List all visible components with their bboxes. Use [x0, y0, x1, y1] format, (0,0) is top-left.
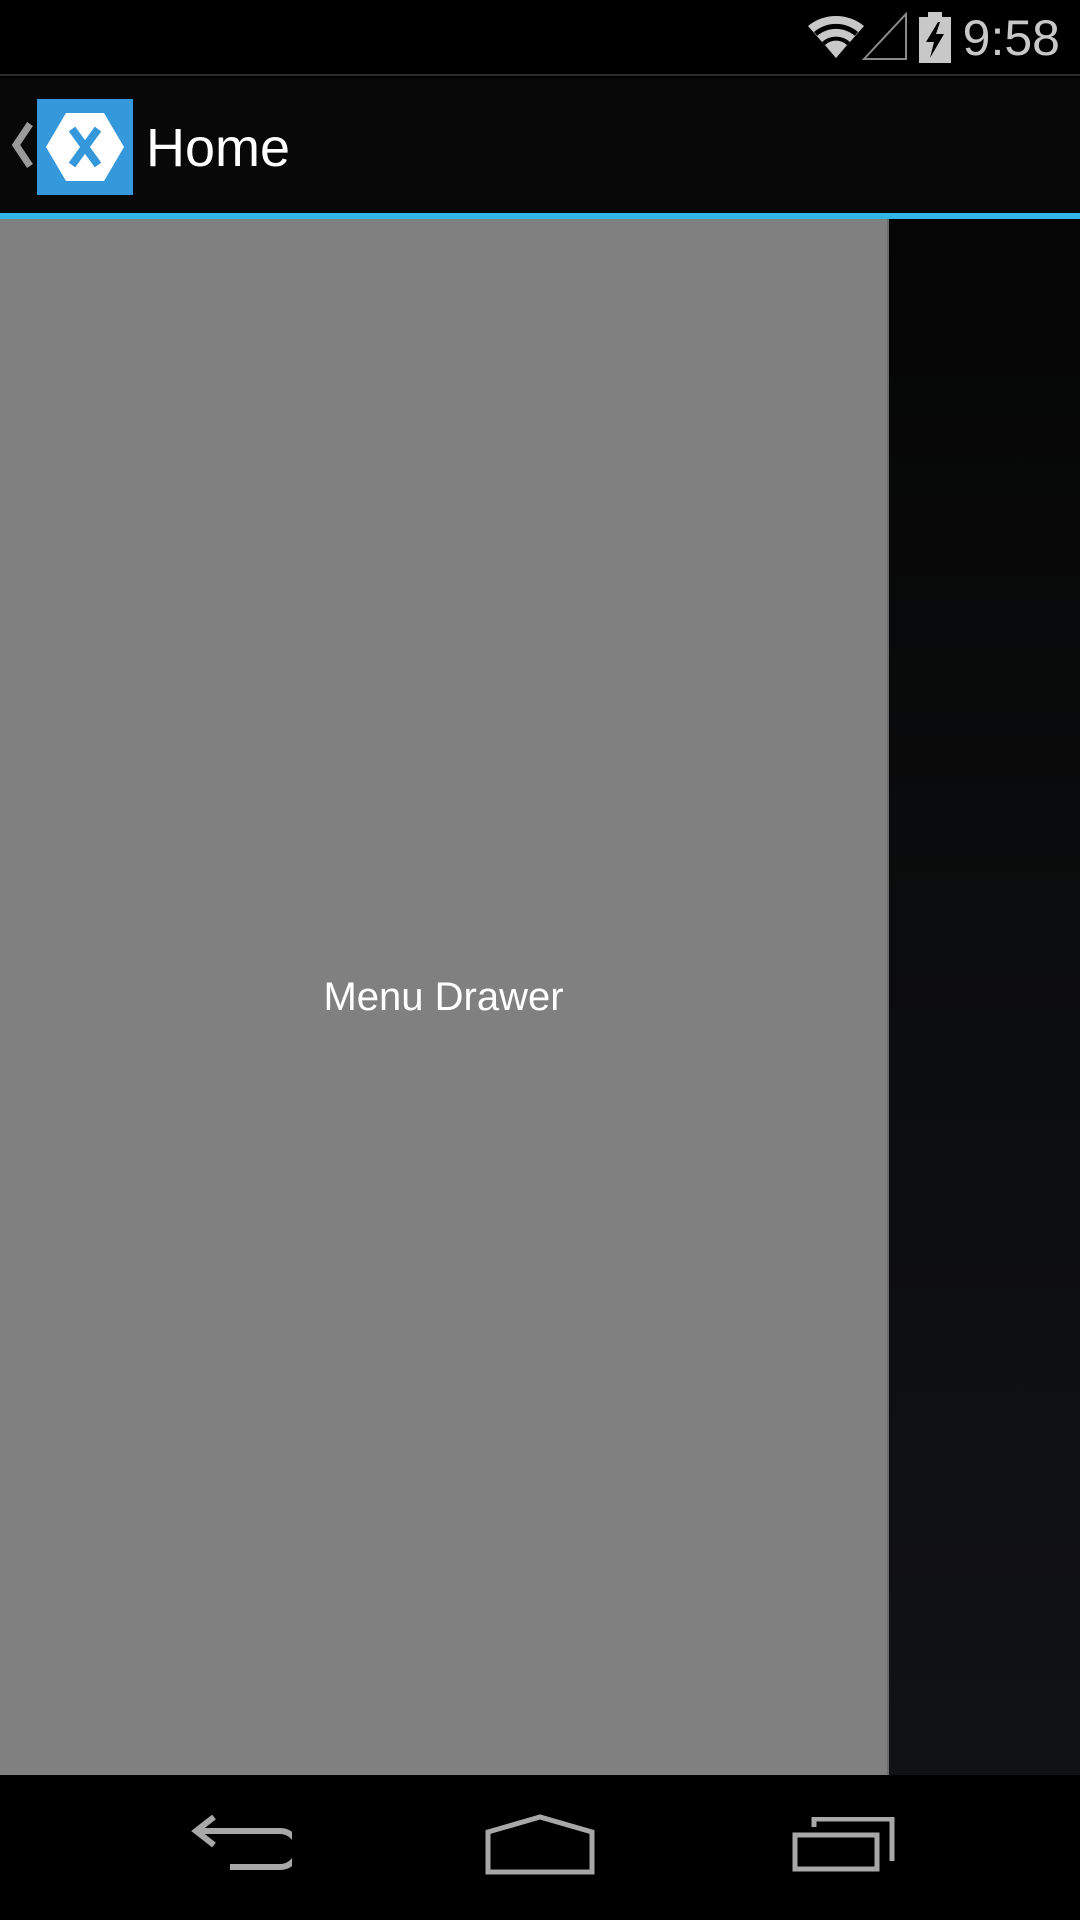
main-content: Menu Drawer	[0, 219, 1080, 1775]
screen: 9:58 Home Menu Drawer	[0, 0, 1080, 1920]
recents-button[interactable]	[744, 1775, 944, 1920]
xamarin-logo-icon[interactable]	[37, 99, 133, 195]
chevron-left-icon[interactable]	[8, 118, 38, 172]
page-title: Home	[146, 118, 291, 178]
status-clock: 9:58	[962, 10, 1060, 66]
home-button[interactable]	[440, 1775, 640, 1920]
status-bar: 9:58	[0, 0, 1080, 76]
navigation-bar	[0, 1775, 1080, 1920]
back-button[interactable]	[140, 1775, 340, 1920]
action-bar: Home	[0, 78, 1080, 213]
wifi-icon	[806, 12, 866, 67]
back-icon	[188, 1814, 301, 1880]
drawer-edge	[887, 219, 889, 1775]
recents-icon	[792, 1816, 896, 1878]
menu-drawer[interactable]: Menu Drawer	[0, 219, 887, 1775]
home-icon	[484, 1814, 596, 1881]
battery-charging-icon	[918, 12, 952, 69]
drawer-label: Menu Drawer	[323, 974, 564, 1019]
cell-signal-icon	[861, 11, 908, 67]
